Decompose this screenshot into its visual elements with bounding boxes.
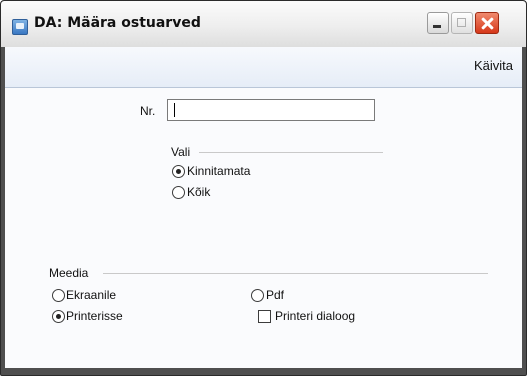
nr-input[interactable] [167,99,375,121]
run-button[interactable]: Käivita [474,58,513,73]
radio-ekraanile[interactable] [52,289,65,302]
text-caret [174,103,175,117]
radio-pdf[interactable] [251,289,264,302]
meedia-heading: Meedia [49,266,89,280]
minimize-icon[interactable] [427,12,449,34]
radio-ekraanile-label[interactable]: Ekraanile [66,288,116,302]
window: DA: Määra ostuarved Käivita Nr. Vali Kin… [0,0,527,376]
close-icon[interactable] [475,12,499,34]
printer-dialog-checkbox[interactable] [258,310,271,323]
radio-koik-label[interactable]: Kõik [187,185,210,199]
window-content: Käivita Nr. Vali Kinnitamata Kõik Meedia… [5,47,522,368]
maximize-icon[interactable] [451,12,473,34]
window-title: DA: Määra ostuarved [34,15,201,31]
radio-pdf-label[interactable]: Pdf [266,288,284,302]
printer-dialog-label[interactable]: Printeri dialoog [275,309,355,323]
radio-printerisse-label[interactable]: Printerisse [66,309,123,323]
nr-label: Nr. [140,104,156,118]
radio-printerisse[interactable] [52,310,65,323]
radio-kinnitamata-label[interactable]: Kinnitamata [187,164,250,178]
toolbar: Käivita [5,47,522,88]
title-bar[interactable]: DA: Määra ostuarved [1,1,526,47]
radio-kinnitamata[interactable] [172,165,185,178]
meedia-divider [103,273,488,274]
app-document-icon [12,19,28,35]
radio-koik[interactable] [172,186,185,199]
vali-heading: Vali [171,145,191,159]
vali-divider [199,152,383,153]
